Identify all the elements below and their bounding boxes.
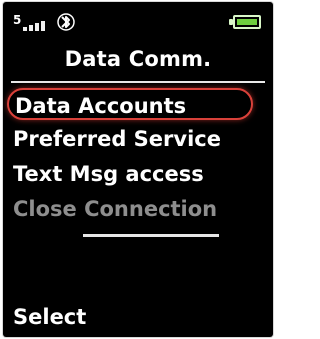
- menu-item-text-msg-access[interactable]: Text Msg access: [13, 158, 204, 190]
- signal-bars: [23, 19, 49, 31]
- status-bar: 5: [3, 2, 273, 38]
- menu-item-close-connection: Close Connection: [13, 197, 218, 221]
- battery-icon: [229, 15, 263, 33]
- screen-title: Data Comm.: [64, 47, 212, 71]
- signal-bar: [23, 27, 27, 31]
- battery-fill: [237, 19, 257, 25]
- phone-screen: 5 Data Comm. Data Accounts Preferred Ser…: [3, 2, 273, 337]
- menu-item-preferred-service[interactable]: Preferred Service: [13, 123, 221, 155]
- left-softkey-select[interactable]: Select: [13, 303, 86, 331]
- bluetooth-icon: [57, 12, 75, 37]
- signal-bar: [35, 23, 39, 31]
- signal-bar: [41, 21, 45, 31]
- list-end-indicator: [83, 234, 219, 237]
- signal-label: 5: [13, 13, 22, 27]
- menu-item-data-accounts[interactable]: Data Accounts: [7, 88, 253, 120]
- signal-strength-icon: 5: [13, 14, 49, 34]
- battery-body: [233, 15, 261, 29]
- title-divider: [11, 81, 265, 83]
- signal-bar: [29, 25, 33, 31]
